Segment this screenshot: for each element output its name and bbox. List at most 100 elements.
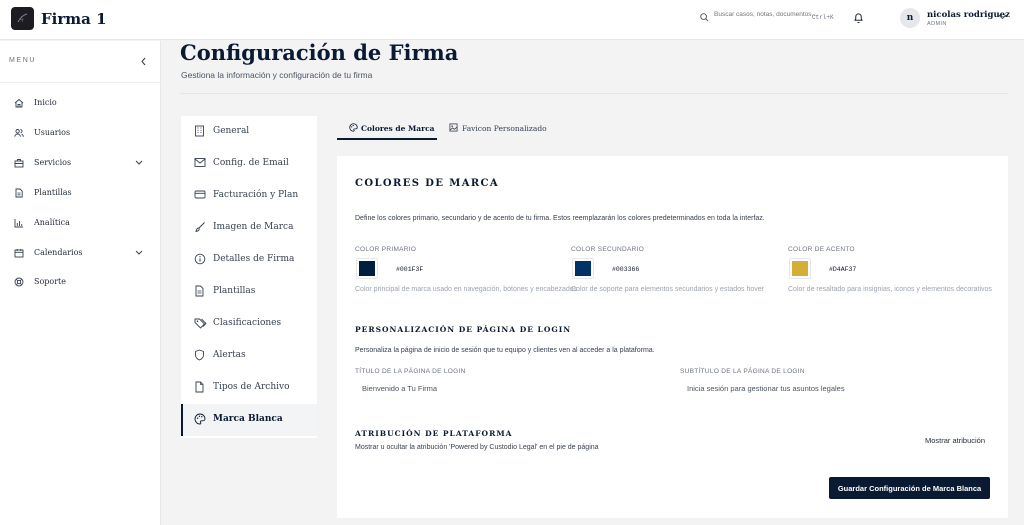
settings-item-label: Facturación y Plan [213, 190, 299, 200]
chevron-left-icon[interactable] [140, 57, 147, 66]
credit-card-icon [194, 190, 206, 199]
briefcase-icon [14, 159, 24, 168]
sidebar-item-usuarios[interactable]: Usuarios [0, 121, 161, 145]
secondary-color-hex[interactable]: #003366 [612, 266, 639, 273]
building-icon [195, 125, 204, 137]
palette-icon [349, 123, 358, 132]
color-label: COLOR PRIMARIO [355, 246, 417, 253]
home-icon [14, 98, 24, 108]
accent-color-hex[interactable]: #D4AF37 [829, 266, 856, 273]
chevron-down-icon [135, 160, 143, 165]
search-shortcut: Ctrl+K [812, 14, 834, 21]
settings-item-label: Config. de Email [213, 158, 289, 168]
lifebuoy-icon [14, 277, 24, 287]
color-help: Color de resaltado para insignias, icono… [788, 286, 992, 293]
section-description: Define los colores primario, secundario … [355, 215, 765, 222]
settings-item-label: Clasificaciones [213, 318, 282, 328]
settings-item-white-label[interactable]: Marca Blanca [181, 404, 317, 436]
settings-nav: General Config. de Email Facturación y P… [181, 116, 317, 438]
file-type-icon [195, 381, 204, 393]
chevron-down-icon[interactable] [998, 14, 1007, 20]
save-white-label-button[interactable]: Guardar Configuración de Marca Blanca [829, 477, 990, 499]
sidebar-item-label: Plantillas [34, 188, 72, 197]
color-help: Color de soporte para elementos secundar… [571, 286, 764, 293]
settings-item-file-types[interactable]: Tipos de Archivo [181, 372, 317, 404]
sidebar-item-label: Analítica [34, 218, 70, 227]
sidebar-item-inicio[interactable]: Inicio [0, 91, 161, 115]
show-attribution-toggle[interactable]: Mostrar atribución [925, 436, 985, 445]
sidebar-item-label: Calendarios [34, 248, 83, 257]
sidebar-item-label: Inicio [34, 98, 57, 107]
search-input[interactable] [714, 11, 824, 18]
avatar[interactable]: n [900, 8, 920, 28]
app-logo[interactable] [11, 7, 34, 30]
color-label: COLOR DE ACENTO [788, 246, 855, 253]
sidebar-item-soporte[interactable]: Soporte [0, 270, 161, 294]
secondary-color-swatch[interactable] [572, 258, 594, 279]
chevron-down-icon [135, 250, 143, 255]
sidebar-item-label: Servicios [34, 158, 72, 167]
color-help: Color principal de marca usado en navega… [355, 286, 578, 293]
sidebar-item-calendarios[interactable]: Calendarios [0, 241, 161, 265]
tab-favicon-personalizado[interactable]: Favicon Personalizado [437, 118, 557, 140]
sidebar: MENU Inicio Usuarios Servicios Plantilla… [0, 41, 161, 525]
settings-item-brand-image[interactable]: Imagen de Marca [181, 212, 317, 244]
users-icon [14, 129, 24, 137]
sidebar-item-plantillas[interactable]: Plantillas [0, 181, 161, 205]
tab-label: Favicon Personalizado [462, 124, 547, 133]
file-icon [195, 285, 204, 297]
menu-label: MENU [9, 57, 37, 64]
file-icon [15, 188, 23, 198]
calendar-icon [14, 249, 24, 258]
white-label-panel: COLORES DE MARCA Define los colores prim… [337, 156, 1008, 518]
settings-item-email[interactable]: Config. de Email [181, 148, 317, 180]
tags-icon [194, 318, 207, 329]
accent-color-swatch[interactable] [789, 258, 811, 279]
palette-icon [194, 413, 206, 425]
color-label: COLOR SECUNDARIO [571, 246, 645, 253]
login-subtitle-input[interactable]: Inicia sesión para gestionar tus asuntos… [687, 384, 845, 393]
login-subtitle-label: SUBTÍTULO DE LA PÁGINA DE LOGIN [680, 368, 805, 375]
settings-item-firm-details[interactable]: Detalles de Firma [181, 244, 317, 276]
user-role: ADMIN [927, 21, 947, 27]
app-title: Firma 1 [41, 10, 107, 28]
settings-item-billing[interactable]: Facturación y Plan [181, 180, 317, 212]
settings-item-label: Tipos de Archivo [213, 382, 290, 392]
settings-item-alerts[interactable]: Alertas [181, 340, 317, 372]
sidebar-item-analitica[interactable]: Analítica [0, 211, 161, 235]
section-description: Personaliza la página de inicio de sesió… [355, 347, 655, 354]
search-bar[interactable]: Ctrl+K [700, 10, 836, 28]
section-title-attribution: ATRIBUCIÓN DE PLATAFORMA [355, 429, 513, 438]
shield-icon [195, 349, 204, 361]
section-title-login: PERSONALIZACIÓN DE PÁGINA DE LOGIN [355, 325, 572, 334]
settings-item-label: Marca Blanca [213, 414, 283, 424]
sidebar-item-servicios[interactable]: Servicios [0, 151, 161, 175]
page-subtitle: Gestiona la información y configuración … [181, 70, 373, 80]
settings-item-label: Imagen de Marca [213, 222, 294, 232]
settings-item-label: Plantillas [213, 286, 256, 296]
divider [0, 82, 161, 83]
mail-icon [194, 158, 206, 167]
top-bar: Firma 1 Ctrl+K n nicolas rodriguez ADMIN [0, 0, 1024, 40]
brush-icon [195, 222, 205, 233]
primary-color-hex[interactable]: #001F3F [396, 266, 423, 273]
settings-item-classifications[interactable]: Clasificaciones [181, 308, 317, 340]
bell-icon[interactable] [853, 12, 864, 24]
section-description: Mostrar u ocultar la atribución 'Powered… [355, 444, 599, 451]
tab-label: Colores de Marca [361, 124, 435, 133]
settings-item-label: Detalles de Firma [213, 254, 295, 264]
login-title-label: TÍTULO DE LA PÁGINA DE LOGIN [355, 368, 466, 375]
section-title-brand-colors: COLORES DE MARCA [355, 178, 500, 189]
info-icon [194, 253, 206, 265]
sidebar-item-label: Soporte [34, 277, 67, 286]
primary-color-swatch[interactable] [356, 258, 378, 279]
settings-item-label: General [213, 126, 250, 136]
sidebar-item-label: Usuarios [34, 128, 71, 137]
page-title: Configuración de Firma [180, 40, 459, 65]
settings-item-templates[interactable]: Plantillas [181, 276, 317, 308]
chart-icon [14, 219, 23, 228]
login-title-input[interactable]: Bienvenido a Tu Firma [362, 384, 437, 393]
divider [180, 93, 1008, 94]
settings-item-general[interactable]: General [181, 116, 317, 148]
tab-colores-de-marca[interactable]: Colores de Marca [337, 118, 437, 140]
